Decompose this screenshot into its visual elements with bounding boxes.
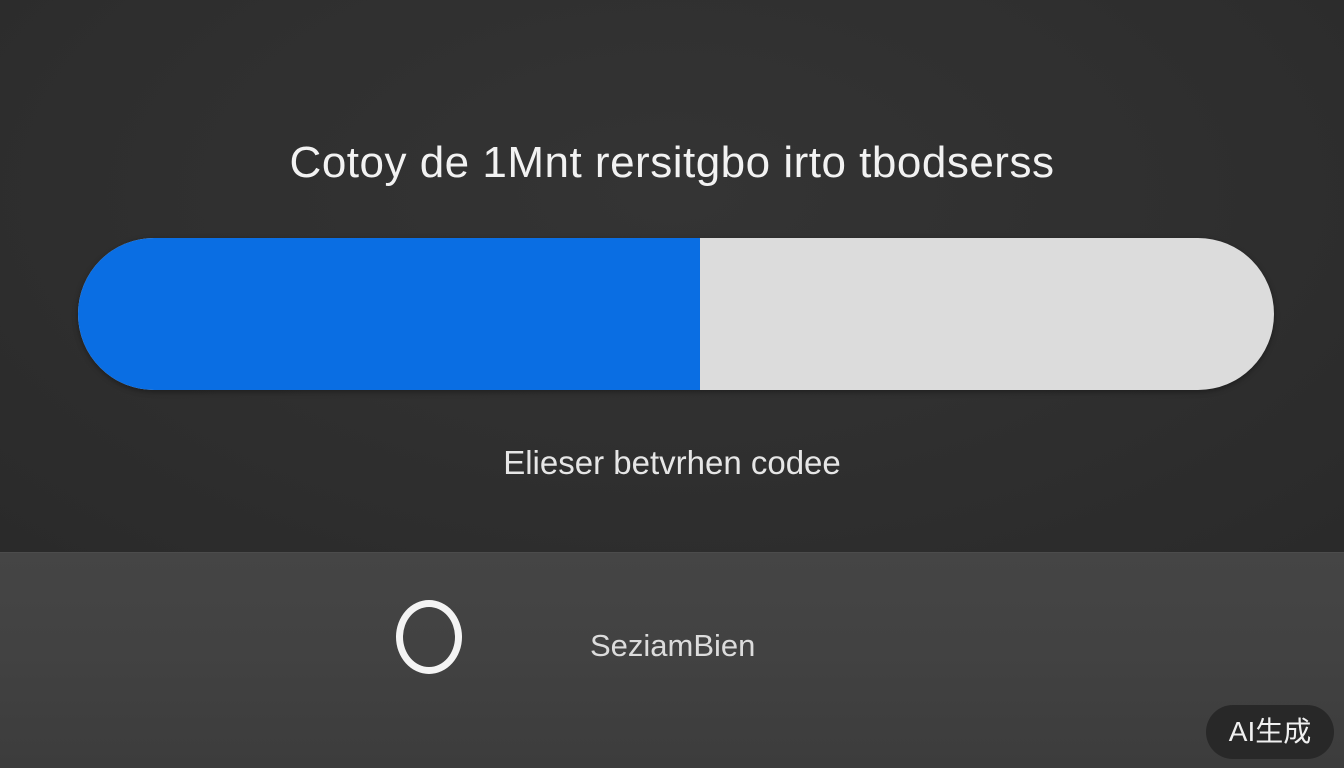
progress-status-text: Elieser betvrhen codee: [503, 444, 841, 481]
loading-ring-icon: [396, 600, 462, 674]
progress-bar-fill: [78, 238, 700, 390]
watermark-badge: AI生成: [1206, 705, 1334, 759]
progress-bar: [78, 238, 1274, 390]
footer-label: SeziamBien: [590, 628, 756, 663]
installer-screen: Cotoy de 1Mnt rersitgbo irto tbodserss E…: [0, 0, 1344, 768]
progress-title: Cotoy de 1Mnt rersitgbo irto tbodserss: [289, 138, 1055, 187]
progress-panel: Cotoy de 1Mnt rersitgbo irto tbodserss E…: [0, 0, 1344, 552]
